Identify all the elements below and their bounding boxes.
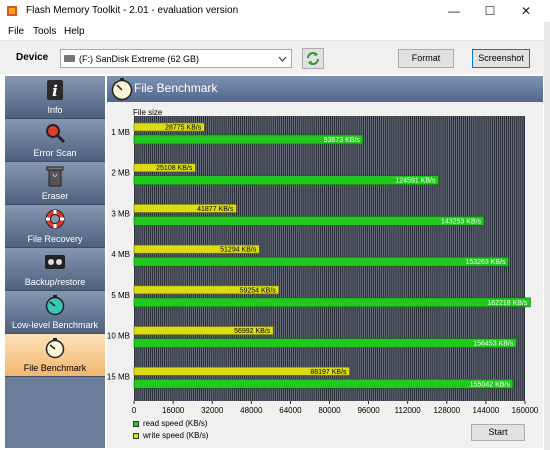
sidebar-item-info[interactable]: i Info bbox=[5, 76, 105, 119]
device-selected-value: (F:) SanDisk Extreme (62 GB) bbox=[79, 54, 200, 64]
sidebar-item-low-level-benchmark[interactable]: Low-level Benchmark bbox=[5, 291, 105, 334]
legend-write-label: write speed (KB/s) bbox=[143, 431, 209, 440]
window-edge bbox=[544, 22, 550, 450]
read-value-label: 156453 KB/s bbox=[473, 341, 514, 348]
stopwatch-icon bbox=[45, 295, 65, 316]
read-value-label: 124591 KB/s bbox=[395, 178, 436, 185]
x-tick-label: 16000 bbox=[162, 406, 185, 415]
title-bar: Flash Memory Toolkit - 2.01 - evaluation… bbox=[0, 0, 550, 22]
menu-file[interactable]: File bbox=[8, 26, 24, 37]
panel-header: File Benchmark bbox=[107, 76, 543, 102]
write-value-label: 25108 KB/s bbox=[156, 165, 193, 172]
device-toolbar: Device (F:) SanDisk Extreme (62 GB) Form… bbox=[0, 40, 550, 74]
x-tick-label: 0 bbox=[132, 406, 137, 415]
sidebar-item-file-benchmark[interactable]: File Benchmark bbox=[5, 334, 105, 377]
category-label: 1 MB bbox=[111, 128, 130, 137]
legend-read: read speed (KB/s) bbox=[133, 419, 207, 428]
sidebar-item-backup-restore[interactable]: Backup/restore bbox=[5, 248, 105, 291]
screenshot-button[interactable]: Screenshot bbox=[472, 49, 530, 68]
category-label: 5 MB bbox=[111, 291, 130, 300]
category-label: 3 MB bbox=[111, 209, 130, 218]
x-tick-label: 112000 bbox=[395, 406, 422, 415]
stopwatch-icon bbox=[45, 338, 65, 359]
category-label: 10 MB bbox=[107, 332, 130, 341]
read-bar bbox=[133, 338, 517, 348]
category-label: 15 MB bbox=[107, 372, 130, 381]
sidebar-item-label: Eraser bbox=[41, 191, 69, 201]
read-bar bbox=[133, 216, 485, 226]
category-label: 4 MB bbox=[111, 250, 130, 259]
read-value-label: 143253 KB/s bbox=[441, 218, 482, 225]
read-value-label: 162218 KB/s bbox=[487, 300, 528, 307]
sidebar-item-label: File Recovery bbox=[27, 234, 83, 244]
info-icon: i bbox=[47, 80, 63, 100]
x-tick-label: 80000 bbox=[318, 406, 341, 415]
sidebar-item-error-scan[interactable]: Error Scan bbox=[5, 119, 105, 162]
x-tick-label: 144000 bbox=[473, 406, 500, 415]
app-icon bbox=[7, 6, 17, 16]
read-bar bbox=[133, 175, 439, 186]
drive-icon bbox=[64, 55, 75, 62]
trash-icon bbox=[46, 166, 64, 187]
legend-read-label: read speed (KB/s) bbox=[143, 419, 208, 428]
read-bar bbox=[133, 256, 509, 267]
device-label: Device bbox=[16, 52, 49, 63]
legend-read-swatch bbox=[133, 421, 139, 427]
svg-text:i: i bbox=[52, 82, 58, 100]
tape-icon bbox=[45, 255, 65, 269]
write-value-label: 41877 KB/s bbox=[197, 206, 234, 213]
write-value-label: 28775 KB/s bbox=[165, 125, 202, 132]
read-bar bbox=[133, 378, 514, 389]
main-panel: File Benchmark File size 1 MB 28775 KB/s 9… bbox=[107, 76, 543, 448]
x-tick-label: 160000 bbox=[512, 406, 539, 415]
legend-write: write speed (KB/s) bbox=[133, 431, 208, 440]
benchmark-chart: 1 MB 28775 KB/s 93673 KB/s 2 MB 25108 KB/s 12… bbox=[107, 116, 539, 415]
x-tick-label: 64000 bbox=[279, 406, 302, 415]
minimize-button[interactable]: — bbox=[436, 0, 472, 22]
read-value-label: 153263 KB/s bbox=[465, 259, 506, 266]
sidebar-item-label: Low-level Benchmark bbox=[11, 320, 99, 330]
stopwatch-icon bbox=[111, 78, 133, 101]
sidebar-item-label: Backup/restore bbox=[24, 277, 86, 287]
write-value-label: 51294 KB/s bbox=[220, 247, 257, 254]
write-value-label: 88197 KB/s bbox=[310, 369, 347, 376]
x-tick-label: 48000 bbox=[240, 406, 263, 415]
category-label: 2 MB bbox=[111, 169, 130, 178]
refresh-button[interactable] bbox=[302, 48, 324, 69]
read-bar bbox=[133, 297, 531, 308]
write-value-label: 56992 KB/s bbox=[234, 328, 271, 335]
sidebar-item-label: Info bbox=[47, 105, 63, 115]
x-tick-label: 32000 bbox=[201, 406, 224, 415]
sidebar-item-label: Error Scan bbox=[33, 148, 77, 158]
lifebuoy-icon bbox=[45, 209, 65, 229]
device-select[interactable]: (F:) SanDisk Extreme (62 GB) bbox=[60, 49, 292, 68]
read-value-label: 93673 KB/s bbox=[324, 137, 361, 144]
panel-title: File Benchmark bbox=[134, 81, 218, 95]
magnifier-icon bbox=[46, 124, 66, 144]
x-tick-label: 128000 bbox=[433, 406, 460, 415]
close-button[interactable]: ✕ bbox=[508, 0, 544, 22]
maximize-button[interactable]: ☐ bbox=[472, 0, 508, 22]
sidebar: i Info Error Scan Eraser File Recovery B… bbox=[5, 76, 105, 448]
refresh-icon bbox=[307, 52, 319, 65]
menu-tools[interactable]: Tools bbox=[33, 26, 56, 37]
chevron-down-icon bbox=[278, 56, 287, 62]
write-value-label: 59254 KB/s bbox=[240, 287, 277, 294]
menu-help[interactable]: Help bbox=[64, 26, 85, 37]
sidebar-item-eraser[interactable]: Eraser bbox=[5, 162, 105, 205]
start-button[interactable]: Start bbox=[471, 424, 525, 441]
menu-bar: File Tools Help bbox=[0, 22, 550, 40]
window-title: Flash Memory Toolkit - 2.01 - evaluation… bbox=[26, 5, 239, 16]
format-button[interactable]: Format bbox=[398, 49, 454, 68]
sidebar-item-label: File Benchmark bbox=[23, 363, 87, 373]
legend-write-swatch bbox=[133, 433, 139, 439]
read-value-label: 155042 KB/s bbox=[470, 381, 511, 388]
sidebar-item-file-recovery[interactable]: File Recovery bbox=[5, 205, 105, 248]
x-tick-label: 96000 bbox=[357, 406, 380, 415]
